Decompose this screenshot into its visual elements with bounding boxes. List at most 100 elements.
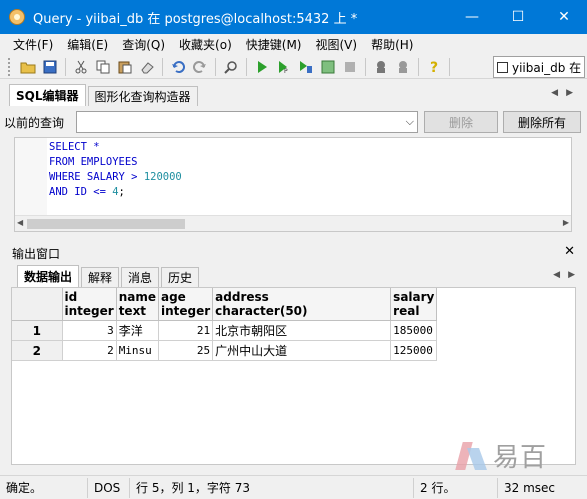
execute-pgscript-icon[interactable]: P: [273, 57, 294, 77]
code-line: WHERE SALARY > 120000: [49, 171, 182, 183]
tab-scroll-left-icon[interactable]: ◀: [551, 88, 558, 98]
sql-editor[interactable]: SELECT * FROM EMPLOYEES WHERE SALARY > 1…: [14, 137, 572, 232]
tab-explain[interactable]: 解释: [81, 267, 120, 287]
previous-query-dropdown[interactable]: ⌵: [76, 111, 418, 133]
menu-help[interactable]: 帮助(H): [364, 36, 420, 53]
toolbar-separator: [215, 57, 216, 76]
code-line: FROM EMPLOYEES: [49, 156, 138, 168]
row-number[interactable]: 2: [12, 340, 63, 361]
window-title: Query - yiibai_db 在 postgres@localhost:5…: [33, 11, 358, 27]
corner-cell[interactable]: [12, 288, 63, 321]
stop-icon[interactable]: [339, 57, 360, 77]
redo-icon[interactable]: [189, 57, 210, 77]
cell-salary[interactable]: 125000: [390, 340, 438, 361]
cut-icon[interactable]: [70, 57, 91, 77]
editor-horizontal-scrollbar[interactable]: ◀ ▶: [15, 215, 571, 231]
row-number[interactable]: 1: [12, 320, 63, 341]
scroll-left-icon[interactable]: ◀: [17, 218, 23, 227]
execute-to-file-icon[interactable]: [295, 57, 316, 77]
output-window-title: 输出窗口: [12, 246, 61, 261]
menu-macros[interactable]: 快捷键(M): [239, 36, 309, 53]
title-bar: Query - yiibai_db 在 postgres@localhost:5…: [0, 0, 587, 34]
database-name: yiibai_db 在: [512, 60, 582, 75]
svg-text:P: P: [284, 68, 288, 74]
maintenance-icon[interactable]: [392, 57, 413, 77]
tab-messages[interactable]: 消息: [121, 267, 160, 287]
delete-button[interactable]: 删除: [424, 111, 498, 133]
menu-favourites[interactable]: 收藏夹(o): [172, 36, 239, 53]
sql-code[interactable]: SELECT * FROM EMPLOYEES WHERE SALARY > 1…: [49, 140, 182, 200]
open-folder-icon[interactable]: [17, 57, 38, 77]
explain-icon[interactable]: [317, 57, 338, 77]
cell-address[interactable]: 广州中山大道: [212, 340, 392, 361]
cell-name[interactable]: 李洋: [116, 320, 159, 341]
menu-view[interactable]: 视图(V): [308, 36, 364, 53]
maximize-button[interactable]: ☐: [495, 0, 541, 34]
find-icon[interactable]: [220, 57, 241, 77]
editor-tab-scroll: ◀ ▶: [551, 88, 573, 98]
tab-history[interactable]: 历史: [161, 267, 200, 287]
table-row[interactable]: 1 3 李洋 21 北京市朝阳区 185000: [12, 320, 438, 341]
output-window-header: 输出窗口: [0, 244, 587, 262]
status-state: 确定。: [0, 477, 88, 498]
tab-data-output[interactable]: 数据输出: [17, 265, 80, 287]
tab-scroll-right-icon[interactable]: ▶: [568, 270, 575, 280]
menu-bar: 文件(F) 编辑(E) 查询(Q) 收藏夹(o) 快捷键(M) 视图(V) 帮助…: [0, 34, 587, 54]
previous-query-row: 以前的查询 ⌵ 删除 删除所有: [4, 110, 582, 134]
cell-salary[interactable]: 185000: [390, 320, 438, 341]
column-header-salary[interactable]: salary real: [390, 288, 438, 321]
database-selector[interactable]: yiibai_db 在: [493, 56, 585, 78]
status-cursor-position: 行 5，列 1，字符 73: [130, 477, 414, 498]
eraser-icon[interactable]: [136, 57, 157, 77]
output-tab-scroll: ◀ ▶: [553, 270, 575, 280]
execute-icon[interactable]: [251, 57, 272, 77]
menu-edit[interactable]: 编辑(E): [60, 36, 115, 53]
save-icon[interactable]: [39, 57, 60, 77]
cell-age[interactable]: 21: [158, 320, 214, 341]
status-row-count: 2 行。: [414, 477, 498, 498]
table-row[interactable]: 2 2 Minsu 25 广州中山大道 125000: [12, 340, 438, 361]
toolbar: P ? yiibai_db 在: [0, 55, 587, 79]
watermark-logo-icon: [455, 440, 493, 472]
paste-icon[interactable]: [114, 57, 135, 77]
tab-scroll-right-icon[interactable]: ▶: [566, 88, 573, 98]
scroll-right-icon[interactable]: ▶: [563, 218, 569, 227]
column-header-address[interactable]: address character(50): [212, 288, 392, 321]
tab-scroll-left-icon[interactable]: ◀: [553, 270, 560, 280]
output-tabs: 数据输出 解释 消息 历史: [17, 265, 201, 287]
database-checkbox[interactable]: [497, 61, 508, 73]
previous-query-label: 以前的查询: [4, 115, 65, 130]
column-header-name[interactable]: name text: [116, 288, 159, 321]
cell-address[interactable]: 北京市朝阳区: [212, 320, 392, 341]
menu-file[interactable]: 文件(F): [6, 36, 60, 53]
close-button[interactable]: ✕: [541, 0, 587, 34]
cell-age[interactable]: 25: [158, 340, 214, 361]
watermark: 易百: [455, 437, 547, 474]
tab-graphical-query-builder[interactable]: 图形化查询构造器: [87, 86, 198, 106]
help-icon[interactable]: ?: [423, 57, 444, 77]
output-close-icon[interactable]: ✕: [564, 244, 575, 259]
tab-sql-editor[interactable]: SQL编辑器: [9, 84, 86, 106]
cell-id[interactable]: 2: [62, 340, 117, 361]
watermark-text: 易百: [493, 443, 548, 473]
cell-id[interactable]: 3: [62, 320, 117, 341]
line-gutter: [15, 138, 47, 216]
status-exec-time: 32 msec: [504, 480, 556, 495]
column-header-age[interactable]: age integer: [158, 288, 214, 321]
toolbar-grip[interactable]: [8, 57, 11, 76]
status-encoding: DOS: [88, 477, 130, 498]
toolbar-separator: [65, 57, 66, 76]
delete-all-button[interactable]: 删除所有: [503, 111, 581, 133]
scrollbar-thumb[interactable]: [27, 219, 185, 229]
menu-query[interactable]: 查询(Q): [115, 36, 172, 53]
elephant-app-icon: [9, 9, 25, 25]
minimize-button[interactable]: —: [449, 0, 495, 34]
column-header-id[interactable]: id integer: [62, 288, 117, 321]
undo-icon[interactable]: [167, 57, 188, 77]
copy-icon[interactable]: [92, 57, 113, 77]
cell-name[interactable]: Minsu: [116, 340, 159, 361]
svg-text:?: ?: [430, 60, 438, 75]
vacuum-icon[interactable]: [370, 57, 391, 77]
code-line: AND ID <= 4;: [49, 186, 125, 198]
toolbar-separator: [365, 57, 366, 76]
